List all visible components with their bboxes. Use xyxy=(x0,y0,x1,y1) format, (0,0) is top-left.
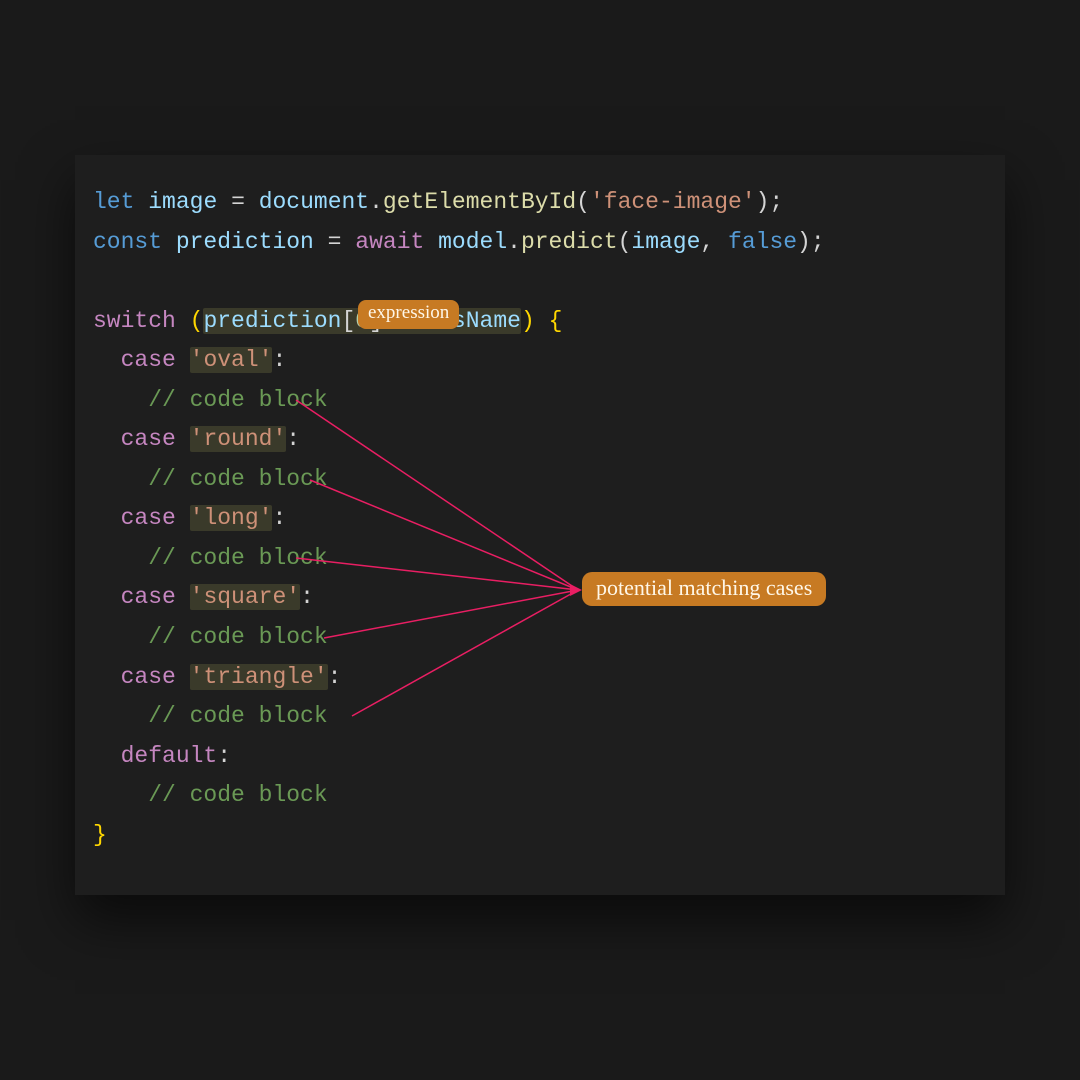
case-round: 'round' xyxy=(190,426,287,452)
keyword-switch: switch xyxy=(93,308,176,334)
keyword-let: let xyxy=(93,189,134,215)
case-long: 'long' xyxy=(190,505,273,531)
keyword-default: default xyxy=(121,743,218,769)
case-square: 'square' xyxy=(190,584,300,610)
code-editor-panel: let image = document.getElementById('fac… xyxy=(75,155,1005,895)
keyword-const: const xyxy=(93,229,162,255)
obj-document: document xyxy=(259,189,369,215)
annotation-potential-matching: potential matching cases xyxy=(582,572,826,606)
case-oval: 'oval' xyxy=(190,347,273,373)
comment-code-block: // code block xyxy=(148,387,327,413)
obj-model: model xyxy=(438,229,507,255)
kw-false: false xyxy=(728,229,797,255)
code-block[interactable]: let image = document.getElementById('fac… xyxy=(93,183,987,855)
keyword-await: await xyxy=(355,229,424,255)
var-image: image xyxy=(148,189,217,215)
case-triangle: 'triangle' xyxy=(190,664,328,690)
var-prediction: prediction xyxy=(176,229,314,255)
fn-getElementById: getElementById xyxy=(383,189,576,215)
annotation-expression: expression xyxy=(358,300,459,329)
keyword-case: case xyxy=(121,347,176,373)
str-face-image: 'face-image' xyxy=(590,189,756,215)
fn-predict: predict xyxy=(521,229,618,255)
